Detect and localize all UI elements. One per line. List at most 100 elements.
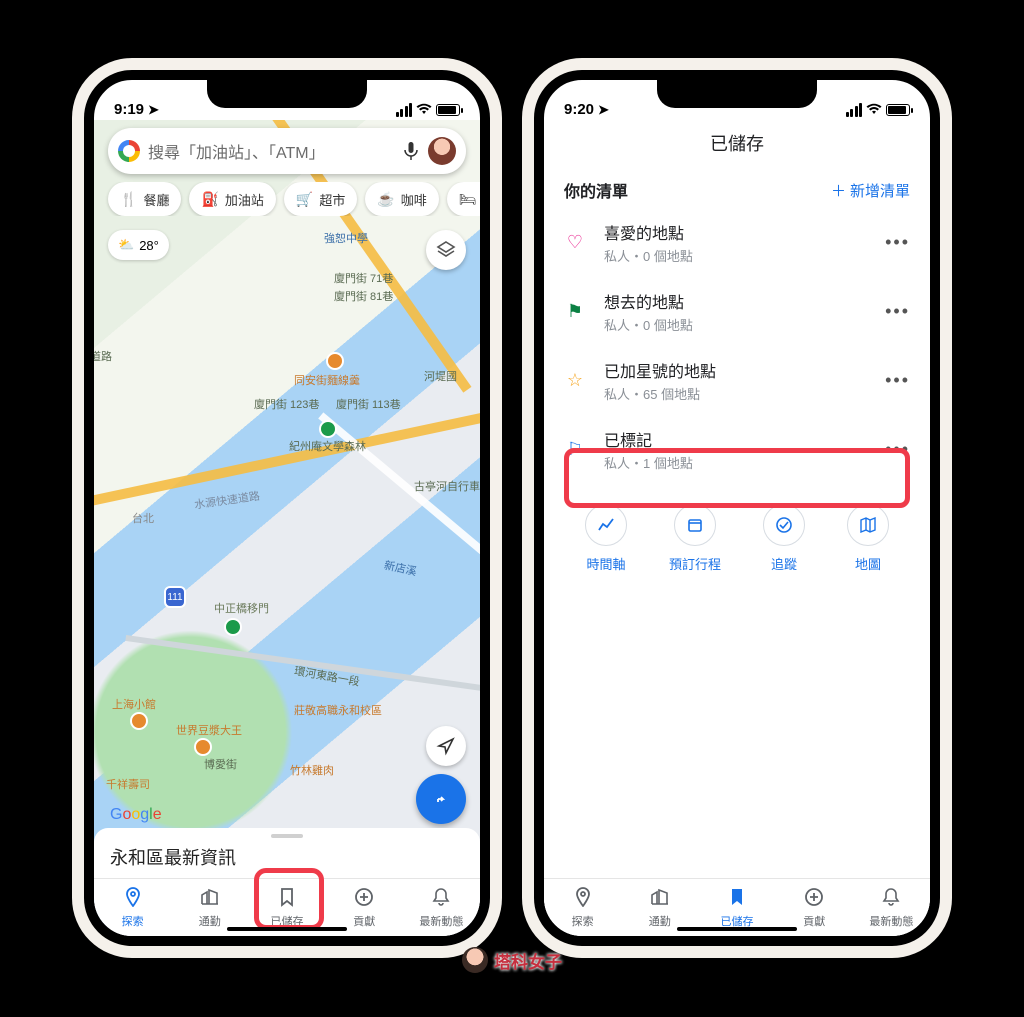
location-arrow-icon: ➤: [598, 102, 609, 118]
heart-icon: ♡: [564, 232, 586, 253]
plus-circle-icon: [354, 887, 374, 911]
cellular-icon: [846, 103, 863, 117]
home-indicator[interactable]: [227, 927, 347, 931]
poi-label: 莊敬高職永和校區: [294, 702, 382, 718]
quick-maps[interactable]: 地圖: [847, 504, 889, 573]
bed-icon: 🛏: [459, 191, 477, 208]
list-item-sub: 私人・0 個地點: [604, 246, 867, 265]
poi-label: 竹林雞肉: [290, 762, 334, 778]
poi-label: 新店溪: [383, 557, 419, 580]
bookmark-icon: [728, 887, 746, 911]
search-placeholder: 搜尋「加油站」、「ATM」: [148, 139, 394, 163]
pin-icon: [573, 887, 593, 911]
poi-label: 紀州庵文學森林: [289, 438, 366, 454]
chip-market[interactable]: 🛒超市: [284, 182, 357, 216]
category-chips: 🍴餐廳 ⛽加油站 🛒超市 ☕咖啡 🛏飯店: [104, 182, 480, 216]
section-label: 你的清單: [564, 178, 628, 202]
flag-icon: ⚐: [564, 439, 586, 460]
recenter-button[interactable]: [426, 726, 466, 766]
google-watermark: Google: [110, 806, 162, 824]
chip-coffee[interactable]: ☕咖啡: [365, 182, 438, 216]
list-item-labeled[interactable]: ⚐ 已標記 私人・1 個地點 •••: [544, 415, 930, 484]
quick-following[interactable]: 追蹤: [763, 504, 805, 573]
poi-label: 古亭河自行車: [414, 478, 480, 494]
list-item-favorites[interactable]: ♡ 喜愛的地點 私人・0 個地點 •••: [544, 208, 930, 277]
sheet-title: 永和區最新資訊: [110, 844, 236, 870]
watermark-avatar-icon: [462, 947, 488, 973]
list-item-title: 想去的地點: [604, 289, 867, 313]
tab-updates[interactable]: 最新動態: [403, 879, 480, 936]
page-title: 已儲存: [544, 120, 930, 170]
tab-updates[interactable]: 最新動態: [853, 879, 930, 936]
weather-pill[interactable]: ⛅ 28°: [108, 230, 169, 260]
calendar-icon: [674, 504, 716, 546]
profile-avatar[interactable]: [428, 137, 456, 165]
sun-cloud-icon: ⛅: [118, 237, 134, 253]
more-icon[interactable]: •••: [885, 301, 910, 322]
chip-hotel[interactable]: 🛏飯店: [447, 182, 480, 216]
search-bar[interactable]: 搜尋「加油站」、「ATM」: [108, 128, 466, 174]
section-header: 你的清單 ＋ 新增清單: [544, 170, 930, 208]
status-time: 9:20➤: [564, 101, 609, 118]
business-pin-icon: [326, 352, 344, 370]
quick-actions: 時間軸 預訂行程 追蹤 地圖: [544, 484, 930, 573]
notch: [657, 80, 817, 108]
list-item-starred[interactable]: ☆ 已加星號的地點 私人・65 個地點 •••: [544, 346, 930, 415]
google-maps-logo-icon: [118, 140, 140, 162]
poi-label: 上海小館: [112, 696, 156, 712]
layers-button[interactable]: [426, 230, 466, 270]
park-pin-icon: [319, 420, 337, 438]
bottom-sheet[interactable]: 永和區最新資訊: [94, 828, 480, 878]
sheet-handle[interactable]: [271, 834, 303, 838]
more-icon[interactable]: •••: [885, 370, 910, 391]
plus-icon: ＋: [831, 180, 846, 201]
tab-explore[interactable]: 探索: [94, 879, 171, 936]
battery-icon: [436, 104, 460, 116]
tab-explore[interactable]: 探索: [544, 879, 621, 936]
poi-label: 廈門街 71巷: [334, 270, 393, 286]
poi-label: 千祥壽司: [106, 776, 150, 792]
buildings-icon: [650, 887, 670, 911]
phone-frame-left: 9:19➤ 經濟部 強恕中學 廈門街 71巷 廈門街 81巷 道路 同安街麵線羹…: [72, 58, 502, 958]
list-item-want-to-go[interactable]: ⚑ 想去的地點 私人・0 個地點 •••: [544, 277, 930, 346]
saved-page: 已儲存 你的清單 ＋ 新增清單 ♡ 喜愛的地點 私人・0 個地點 ••• ⚑: [544, 120, 930, 936]
notch: [207, 80, 367, 108]
directions-button[interactable]: [416, 774, 466, 824]
pin-icon: [123, 887, 143, 911]
new-list-button[interactable]: ＋ 新增清單: [831, 180, 910, 201]
more-icon[interactable]: •••: [885, 439, 910, 460]
poi-label: 道路: [94, 348, 112, 364]
watermark: 塔科女子: [462, 947, 562, 973]
bell-icon: [882, 887, 900, 911]
list-item-sub: 私人・65 個地點: [604, 384, 867, 403]
poi-label: 廈門街 113巷: [336, 396, 401, 412]
list-item-sub: 私人・0 個地點: [604, 315, 867, 334]
screen-left: 9:19➤ 經濟部 強恕中學 廈門街 71巷 廈門街 81巷 道路 同安街麵線羹…: [84, 70, 490, 946]
star-icon: ☆: [564, 370, 586, 391]
business-pin-icon: [194, 738, 212, 756]
bookmark-icon: [278, 887, 296, 911]
chip-gas[interactable]: ⛽加油站: [189, 182, 275, 216]
quick-reservations[interactable]: 預訂行程: [669, 504, 721, 573]
fork-knife-icon: 🍴: [120, 191, 137, 208]
battery-icon: [886, 104, 910, 116]
wifi-icon: [416, 102, 432, 118]
gas-pump-icon: ⛽: [201, 191, 218, 208]
business-pin-icon: [130, 712, 148, 730]
home-indicator[interactable]: [677, 927, 797, 931]
quick-timeline[interactable]: 時間軸: [585, 504, 627, 573]
wifi-icon: [866, 102, 882, 118]
poi-label: 強恕中學: [324, 230, 368, 246]
more-icon[interactable]: •••: [885, 232, 910, 253]
following-icon: [763, 504, 805, 546]
map-icon: [847, 504, 889, 546]
chip-restaurant[interactable]: 🍴餐廳: [108, 182, 181, 216]
poi-label: 水源快速道路: [193, 487, 261, 512]
poi-label: 世界豆漿大王: [176, 722, 242, 738]
microphone-icon[interactable]: [402, 142, 420, 160]
poi-label: 廈門街 81巷: [334, 288, 393, 304]
bell-icon: [432, 887, 450, 911]
plus-circle-icon: [804, 887, 824, 911]
coffee-icon: ☕: [377, 191, 394, 208]
status-indicators: [396, 102, 461, 118]
